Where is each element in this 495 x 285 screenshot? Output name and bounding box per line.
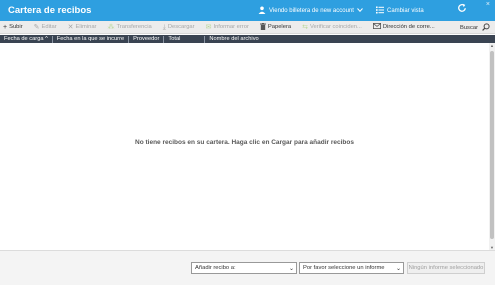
search-box[interactable]: Buscar [460, 23, 490, 33]
column-provider[interactable]: Proveedor [129, 35, 165, 43]
empty-message: No tiene recibos en su cartera. Haga cli… [135, 139, 354, 146]
download-icon: ⤓ [162, 23, 166, 31]
trash-label: Papelera [267, 24, 292, 30]
toolbar: + Subir ✎ Editar ✕ Eliminar ⁂ Transferen… [0, 21, 495, 34]
x-icon: ✕ [67, 23, 74, 31]
transfer-button[interactable]: ⁂ Transferencia [107, 24, 151, 31]
transfer-label: Transferencia [116, 24, 152, 30]
footer-bar: Añadir recibo a: ⌄ Por favor seleccione … [0, 250, 495, 285]
plus-icon: + [3, 23, 8, 31]
email-address-button[interactable]: Dirección de corre... [372, 23, 435, 31]
receipts-list: No tiene recibos en su cartera. Haga cli… [0, 43, 489, 249]
pencil-icon: ✎ [33, 23, 40, 31]
trash-button[interactable]: Papelera [259, 22, 292, 32]
feedback-icon: ✉ [205, 23, 212, 31]
report-select[interactable]: Por favor seleccione un informe ⌄ [299, 262, 404, 274]
trash-icon [259, 22, 266, 32]
report-select-value: Por favor seleccione un informe [303, 265, 385, 271]
wallet-selector[interactable]: Viendo billetera de new account [258, 6, 363, 16]
chevron-down-icon: ⌄ [395, 266, 401, 272]
edit-label: Editar [41, 24, 57, 30]
download-button[interactable]: ⤓ Descargar [163, 24, 195, 31]
change-view-label: Cambiar vista [387, 8, 424, 14]
scroll-thumb[interactable] [490, 51, 494, 239]
download-label: Descargar [167, 24, 195, 30]
column-file-name[interactable]: Nombre del archivo [205, 36, 262, 43]
user-icon [258, 6, 266, 16]
report-error-button[interactable]: ✉ Informar error [206, 24, 249, 31]
verify-matches-button[interactable]: ⇆ Verificar coinciden... [302, 24, 362, 31]
refresh-icon [457, 3, 467, 15]
report-error-label: Informar error [213, 24, 249, 30]
no-report-selected-button[interactable]: Ningún informe seleccionado [407, 262, 485, 274]
search-label: Buscar [459, 25, 478, 31]
delete-label: Eliminar [75, 24, 97, 30]
close-icon[interactable]: × [486, 1, 490, 8]
transfer-icon: ⁂ [107, 23, 115, 31]
table-header: Fecha de carga ^ Fecha en la que se incu… [0, 35, 495, 43]
column-total[interactable]: Total [164, 35, 206, 43]
list-view-icon [376, 6, 384, 16]
chevron-down-icon: ⌄ [288, 266, 294, 272]
vertical-scrollbar[interactable]: ▲ ▼ [489, 43, 495, 250]
page-title: Cartera de recibos [8, 5, 92, 16]
email-label: Dirección de corre... [382, 24, 435, 30]
delete-button[interactable]: ✕ Eliminar [68, 24, 97, 31]
verify-icon: ⇆ [302, 23, 308, 31]
change-view-button[interactable]: Cambiar vista [376, 6, 424, 16]
add-receipt-select[interactable]: Añadir recibo a: ⌄ [191, 262, 297, 274]
column-upload-date[interactable]: Fecha de carga ^ [0, 35, 53, 43]
edit-button[interactable]: ✎ Editar [34, 24, 57, 31]
add-receipt-select-value: Añadir recibo a: [195, 265, 236, 271]
refresh-button[interactable] [457, 3, 467, 15]
scroll-up-icon[interactable]: ▲ [489, 43, 495, 48]
upload-label: Subir [9, 24, 23, 30]
title-bar: Cartera de recibos Viendo billetera de n… [0, 0, 495, 21]
envelope-icon [372, 23, 381, 31]
verify-label: Verificar coinciden... [309, 24, 362, 30]
search-icon[interactable] [482, 23, 490, 33]
column-incurred-date[interactable]: Fecha en la que se incurre [53, 35, 130, 43]
wallet-label: Viendo billetera de new account [269, 8, 354, 14]
chevron-down-icon [357, 8, 363, 14]
upload-button[interactable]: + Subir [3, 24, 23, 31]
